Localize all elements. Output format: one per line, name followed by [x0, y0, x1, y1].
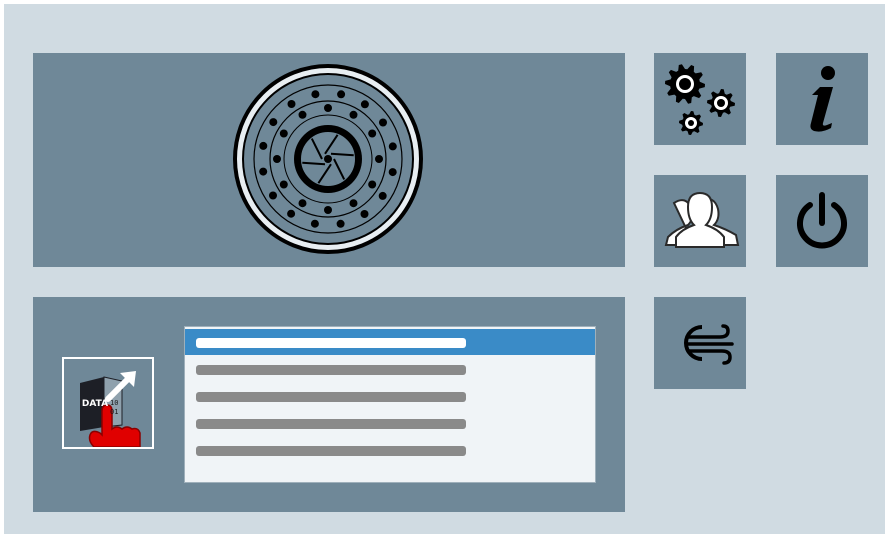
list-item[interactable] — [185, 356, 595, 382]
info-button[interactable] — [776, 53, 868, 145]
settings-button[interactable] — [654, 53, 746, 145]
list-item-placeholder — [196, 419, 466, 429]
data-list[interactable] — [184, 326, 596, 483]
data-label: DATA — [81, 399, 109, 409]
power-icon — [797, 192, 847, 249]
camera-aperture-icon[interactable] — [33, 53, 625, 267]
list-item-selected[interactable] — [185, 329, 595, 355]
list-item-placeholder — [196, 338, 466, 348]
list-item[interactable] — [185, 437, 595, 463]
users-button[interactable] — [654, 175, 746, 267]
users-icon — [664, 191, 740, 248]
list-item-placeholder — [196, 392, 466, 402]
air-wind-icon — [684, 324, 734, 365]
camera-panel — [33, 53, 625, 267]
list-item[interactable] — [185, 383, 595, 409]
info-icon — [810, 66, 835, 132]
list-item-placeholder — [196, 446, 466, 456]
data-export-button[interactable]: DATA 10 01 — [62, 357, 154, 449]
power-button[interactable] — [776, 175, 868, 267]
binary-digits: 10 01 — [110, 399, 119, 416]
list-item-placeholder — [196, 365, 466, 375]
gears-icon — [665, 64, 735, 135]
list-item[interactable] — [185, 410, 595, 436]
air-button[interactable] — [654, 297, 746, 389]
